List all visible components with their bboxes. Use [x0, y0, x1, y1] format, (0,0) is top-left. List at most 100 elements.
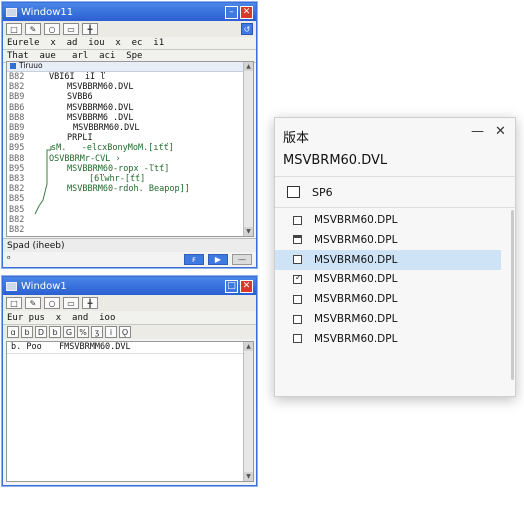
line-number: BB6 [9, 102, 25, 113]
code-line[interactable]: B82 [7, 225, 243, 235]
maximize-button[interactable]: □ [225, 279, 238, 293]
group-row[interactable]: SP6 [275, 180, 501, 204]
version-list-item[interactable]: MSVBRM60.DPL [275, 329, 501, 349]
version-list-label: MSVBRM60.DPL [314, 273, 398, 286]
output-scrollbar[interactable]: ▲ ▼ [243, 342, 253, 481]
checkbox[interactable] [293, 314, 302, 324]
code-text: SVBB6 [67, 92, 93, 103]
version-list-label: MSVBRM60.DPL [314, 313, 398, 325]
edit-icon[interactable]: ✎ [25, 23, 41, 35]
status-text: Spad (iheeb) [7, 241, 65, 251]
prev-button[interactable]: ꜰ [184, 254, 204, 265]
line-number: BB8 [9, 112, 25, 123]
code-line[interactable]: BB9 PRPLI [7, 133, 243, 143]
editor-scrollbar[interactable]: ▲ ▼ [243, 62, 253, 236]
output-pane[interactable]: b. Poo FMSVBRMM60.DVL ▲ ▼ [6, 341, 254, 482]
output-row[interactable]: b. Poo FMSVBRMM60.DVL [7, 342, 243, 354]
checkbox[interactable] [293, 235, 302, 245]
code-text: MSVBBRM6 .DVL [67, 112, 134, 123]
version-list-item[interactable]: MSVBRM60.DPL [275, 210, 501, 230]
window-2-menu: Eur pus x and ioo [3, 311, 256, 325]
panel-subtitle: MSVBRM60.DVL [283, 153, 388, 168]
checkbox[interactable] [293, 255, 302, 265]
close-button[interactable]: ✕ [240, 5, 253, 19]
version-panel: 版本 — ✕ MSVBRM60.DVL SP6 MSVBRM60.DPL MSVB… [274, 117, 516, 397]
version-list-item[interactable]: ✓ MSVBRM60.DPL [275, 269, 501, 289]
code-text: sM. -elcxBonyMoM.[ıťť] [51, 143, 174, 154]
tool-icon[interactable]: % [77, 326, 89, 338]
refresh-icon[interactable]: ↺ [241, 23, 253, 35]
window-2-toolbar: □ ✎ ○ ▭ ╋ [3, 295, 256, 311]
window-icon[interactable]: ▭ [63, 297, 79, 309]
window-2-toolbar-2: ɑ b D b G % ʒ i Ǫ [3, 325, 256, 339]
minimize-button[interactable]: – [225, 5, 238, 19]
find-icon[interactable]: ○ [44, 23, 60, 35]
code-text: OSVBBRMr-CVL › [49, 153, 121, 164]
group-checkbox[interactable] [287, 186, 300, 198]
tool-icon[interactable]: b [21, 326, 33, 338]
tool-icon[interactable]: G [63, 326, 75, 338]
code-line[interactable]: BB6 MSVBBRM60.DVL [7, 103, 243, 113]
line-number: B95 [9, 163, 25, 174]
line-number: BB8 [9, 153, 25, 164]
line-number: B95 [9, 143, 25, 154]
check-mark-icon: ✓ [295, 272, 302, 282]
stop-button[interactable]: — [232, 254, 252, 265]
window-1: Window11 – ✕ □ ✎ ○ ▭ ╋ ↺ Eurele x ad iou… [2, 2, 257, 268]
close-button[interactable]: ✕ [240, 279, 253, 293]
close-icon[interactable]: ✕ [495, 124, 506, 139]
panel-title: 版本 [283, 131, 310, 146]
checkbox[interactable] [293, 294, 302, 304]
line-number: B82 [9, 225, 25, 235]
code-line[interactable]: BB9 SVBB6 [7, 92, 243, 102]
tool-icon[interactable]: D [35, 326, 47, 338]
find-icon[interactable]: ○ [44, 297, 60, 309]
scroll-up-icon: ▲ [244, 342, 253, 351]
code-line[interactable]: BB9 MSVBBRM60.DVL [7, 123, 243, 133]
window-1-status: Spad (iheeb) [3, 238, 256, 252]
play-button[interactable]: ▶ [208, 254, 228, 265]
tool-icon[interactable]: Ǫ [119, 326, 131, 338]
file-icon [10, 63, 16, 69]
divider [275, 207, 515, 208]
code-line[interactable]: B82 MSVBBRM60.DVL [7, 82, 243, 92]
window-1-titlebar[interactable]: Window11 – ✕ [3, 3, 256, 21]
code-text: VBI6I iI ľ [49, 72, 106, 82]
tool-icon[interactable]: b [49, 326, 61, 338]
version-list-item[interactable]: MSVBRM60.DPL [275, 230, 501, 250]
app-icon [6, 281, 17, 291]
scroll-down-icon: ▼ [244, 472, 253, 481]
code-editor[interactable]: Tiruuo B82 VBI6I iI ľ B82 MSVBBRM60.DVL BB9 S… [6, 61, 254, 237]
checkbox[interactable] [293, 215, 302, 225]
grid-icon[interactable]: ╋ [82, 23, 98, 35]
panel-scrollbar[interactable] [511, 210, 514, 380]
window-icon[interactable]: ▭ [63, 23, 79, 35]
tool-icon[interactable]: i [105, 326, 117, 338]
line-number: BB9 [9, 92, 25, 103]
code-text: MSVBBRM60-rdoh. Beapop]] [67, 184, 190, 195]
code-text: PRPLI [67, 133, 93, 144]
scroll-down-icon: ▼ [244, 227, 253, 236]
minimize-icon[interactable]: — [471, 124, 484, 139]
checkbox[interactable] [293, 334, 302, 344]
window-2-titlebar[interactable]: Window1 □ ✕ [3, 277, 256, 295]
version-list-item[interactable]: MSVBRM60.DPL [275, 249, 501, 270]
tool-icon[interactable]: ʒ [91, 326, 103, 338]
output-row-value: FMSVBRMM60.DVL [59, 342, 131, 352]
checked-checkbox[interactable]: ✓ [293, 272, 302, 284]
version-list-item[interactable]: MSVBRM60.DPL [275, 289, 501, 309]
editor-header: Tiruuo [7, 62, 243, 72]
grid-icon[interactable]: ╋ [82, 297, 98, 309]
divider [275, 176, 515, 177]
version-list-label: MSVBRM60.DPL [314, 253, 398, 266]
edit-icon[interactable]: ✎ [25, 297, 41, 309]
new-icon[interactable]: □ [6, 23, 22, 35]
code-line[interactable]: BB8 MSVBBRM6 .DVL [7, 113, 243, 123]
new-icon[interactable]: □ [6, 297, 22, 309]
window-2: Window1 □ ✕ □ ✎ ○ ▭ ╋ Eur pus x and ioo … [2, 276, 257, 486]
code-line[interactable]: B82 VBI6I iI ľ [7, 72, 243, 82]
tool-icon[interactable]: ɑ [7, 326, 19, 338]
version-list-label: MSVBRM60.DPL [314, 332, 398, 345]
line-number: B85 [9, 204, 25, 215]
version-list-item[interactable]: MSVBRM60.DPL [275, 309, 501, 329]
